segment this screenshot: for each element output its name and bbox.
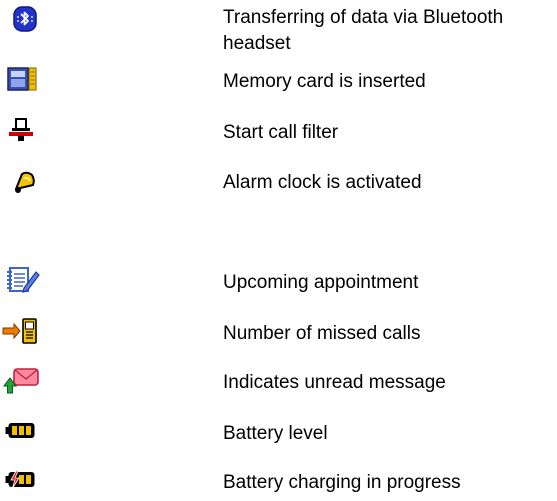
- legend-text: Upcoming appointment: [223, 272, 419, 293]
- appointment-notepad-icon: [6, 266, 46, 296]
- battery-charging-icon: [5, 469, 45, 499]
- memory-card-icon: [7, 66, 47, 96]
- legend-text: Memory card is inserted: [223, 71, 426, 92]
- alarm-bell-icon: [12, 169, 52, 199]
- legend-text: Start call filter: [223, 122, 339, 143]
- unread-message-icon: [2, 366, 42, 396]
- legend-text: Indicates unread message: [223, 372, 446, 393]
- battery-level-icon: [5, 420, 45, 450]
- legend-text: Number of missed calls: [223, 323, 421, 344]
- legend-text: Transferring of data via Bluetooth heads…: [223, 7, 504, 54]
- legend-text: Battery level: [223, 423, 328, 444]
- legend-text: Battery charging in progress: [223, 472, 461, 493]
- call-filter-icon: [8, 117, 48, 147]
- legend-text: Alarm clock is activated: [223, 172, 422, 193]
- bluetooth-transfer-icon: [13, 6, 53, 36]
- missed-calls-icon: [2, 317, 42, 347]
